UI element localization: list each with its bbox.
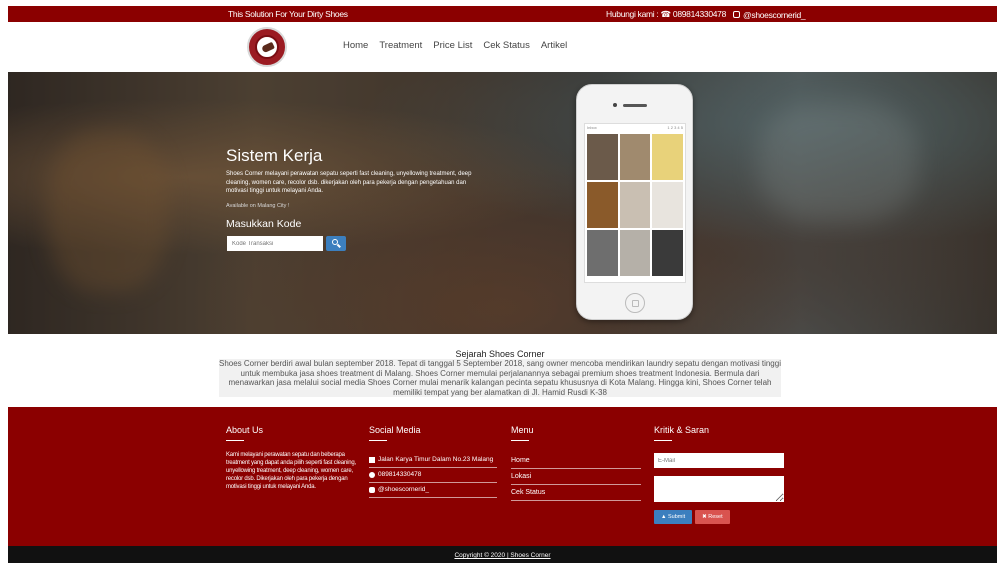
title-underline <box>654 440 672 441</box>
social-title: Social Media <box>369 425 421 435</box>
instagram-post-thumbnail <box>587 230 618 276</box>
search-button[interactable] <box>326 236 346 251</box>
phone-camera <box>613 103 617 107</box>
footer: About Us Kami melayani perawatan sepatu … <box>8 407 997 546</box>
phone-screen: Inbox 1 2 3 4 5 <box>584 123 686 283</box>
hero-overlay <box>8 72 997 334</box>
feedback-title: Kritik & Saran <box>654 425 710 435</box>
shoe-logo-icon[interactable] <box>247 27 287 67</box>
title-underline <box>369 440 387 441</box>
navbar: Home Treatment Price List Cek Status Art… <box>0 22 997 72</box>
history-section: Sejarah Shoes Corner Shoes Corner berdir… <box>200 349 800 397</box>
whatsapp-text: 089814330478 <box>378 471 422 478</box>
instagram-post-thumbnail <box>652 230 683 276</box>
instagram-post-thumbnail <box>619 230 651 276</box>
shoe-icon <box>261 41 275 54</box>
top-bar: This Solution For Your Dirty Shoes Hubun… <box>8 6 997 22</box>
nav-artikel[interactable]: Artikel <box>541 40 567 51</box>
submit-label: Submit <box>667 514 686 520</box>
page: This Solution For Your Dirty Shoes Hubun… <box>0 0 997 563</box>
instagram-icon <box>369 487 375 493</box>
instagram-post-thumbnail <box>587 134 618 180</box>
nav-price-list[interactable]: Price List <box>433 40 472 51</box>
footer-menu-lokasi[interactable]: Lokasi <box>511 469 641 485</box>
feedback-buttons: ▲ Submit ✖ Reset <box>654 510 786 524</box>
history-body: Shoes Corner berdiri awal bulan septembe… <box>219 359 781 397</box>
instagram-post-thumbnail <box>619 182 651 228</box>
phone-home-button <box>625 293 645 313</box>
footer-menu-cek-status[interactable]: Cek Status <box>511 485 641 501</box>
instagram-post-thumbnail <box>652 134 683 180</box>
copyright-text[interactable]: Copyright © 2020 | Shoes Corner <box>454 552 550 559</box>
footer-feedback: Kritik & Saran ▲ Submit ✖ Reset <box>654 425 786 524</box>
history-title: Sejarah Shoes Corner <box>455 349 545 359</box>
about-title: About Us <box>226 425 264 435</box>
about-text: Kami melayani perawatan sepatu dan beber… <box>226 452 356 490</box>
menu-title: Menu <box>511 425 534 435</box>
hero-title: Sistem Kerja <box>226 146 323 165</box>
building-icon <box>369 457 375 463</box>
reset-button[interactable]: ✖ Reset <box>695 510 730 524</box>
message-textarea[interactable] <box>654 476 784 502</box>
nav-menu: Home Treatment Price List Cek Status Art… <box>343 40 567 51</box>
phone-status-left: Inbox <box>587 125 597 130</box>
title-underline <box>226 440 244 441</box>
instagram-icon <box>733 11 741 18</box>
search-icon-handle <box>337 243 341 248</box>
instagram-post-thumbnail <box>652 182 683 228</box>
instagram-post-thumbnail <box>587 182 618 228</box>
social-address: Jalan Karya Timur Dalam No.23 Malang <box>369 453 497 468</box>
title-underline <box>511 440 529 441</box>
code-label: Masukkan Kode <box>226 218 302 230</box>
nav-cek-status[interactable]: Cek Status <box>483 40 529 51</box>
footer-menu-home[interactable]: Home <box>511 453 641 469</box>
footer-menu: Menu Home Lokasi Cek Status <box>511 425 641 501</box>
contact-info: Hubungi kami : ☎ 089814330478 @shoescorn… <box>606 9 806 20</box>
hero-banner: Sistem Kerja Shoes Corner melayani peraw… <box>8 72 997 334</box>
logo-inner <box>255 35 279 59</box>
submit-button[interactable]: ▲ Submit <box>654 510 693 524</box>
footer-about: About Us Kami melayani perawatan sepatu … <box>226 425 356 491</box>
nav-home[interactable]: Home <box>343 40 368 51</box>
instagram-text: @shoescornerid_ <box>378 486 430 493</box>
copyright-bar: Copyright © 2020 | Shoes Corner <box>8 546 997 563</box>
transaction-code-input[interactable] <box>227 236 323 251</box>
footer-menu-list: Home Lokasi Cek Status <box>511 453 641 501</box>
phone-speaker <box>623 104 647 107</box>
social-instagram[interactable]: @shoescornerid_ <box>369 483 497 498</box>
instagram-grid <box>585 132 685 278</box>
contact-phone: Hubungi kami : ☎ 089814330478 <box>606 9 727 19</box>
contact-instagram[interactable]: @shoescornerid_ <box>743 10 806 20</box>
phone-status-bar: Inbox 1 2 3 4 5 <box>585 124 685 132</box>
nav-treatment[interactable]: Treatment <box>379 40 422 51</box>
social-whatsapp[interactable]: 089814330478 <box>369 468 497 483</box>
hero-description: Shoes Corner melayani perawatan sepatu s… <box>226 171 472 194</box>
address-text: Jalan Karya Timur Dalam No.23 Malang <box>378 456 494 463</box>
instagram-post-thumbnail <box>619 134 651 180</box>
whatsapp-icon <box>369 472 375 478</box>
reset-label: Reset <box>708 514 723 520</box>
email-field[interactable] <box>654 453 784 468</box>
hero-availability: Available on Malang City ! <box>226 203 290 209</box>
tagline: This Solution For Your Dirty Shoes <box>228 9 348 19</box>
phone-status-right: 1 2 3 4 5 <box>667 125 683 130</box>
social-list: Jalan Karya Timur Dalam No.23 Malang 089… <box>369 453 497 498</box>
footer-social: Social Media Jalan Karya Timur Dalam No.… <box>369 425 497 498</box>
phone-mockup: Inbox 1 2 3 4 5 <box>576 84 693 320</box>
